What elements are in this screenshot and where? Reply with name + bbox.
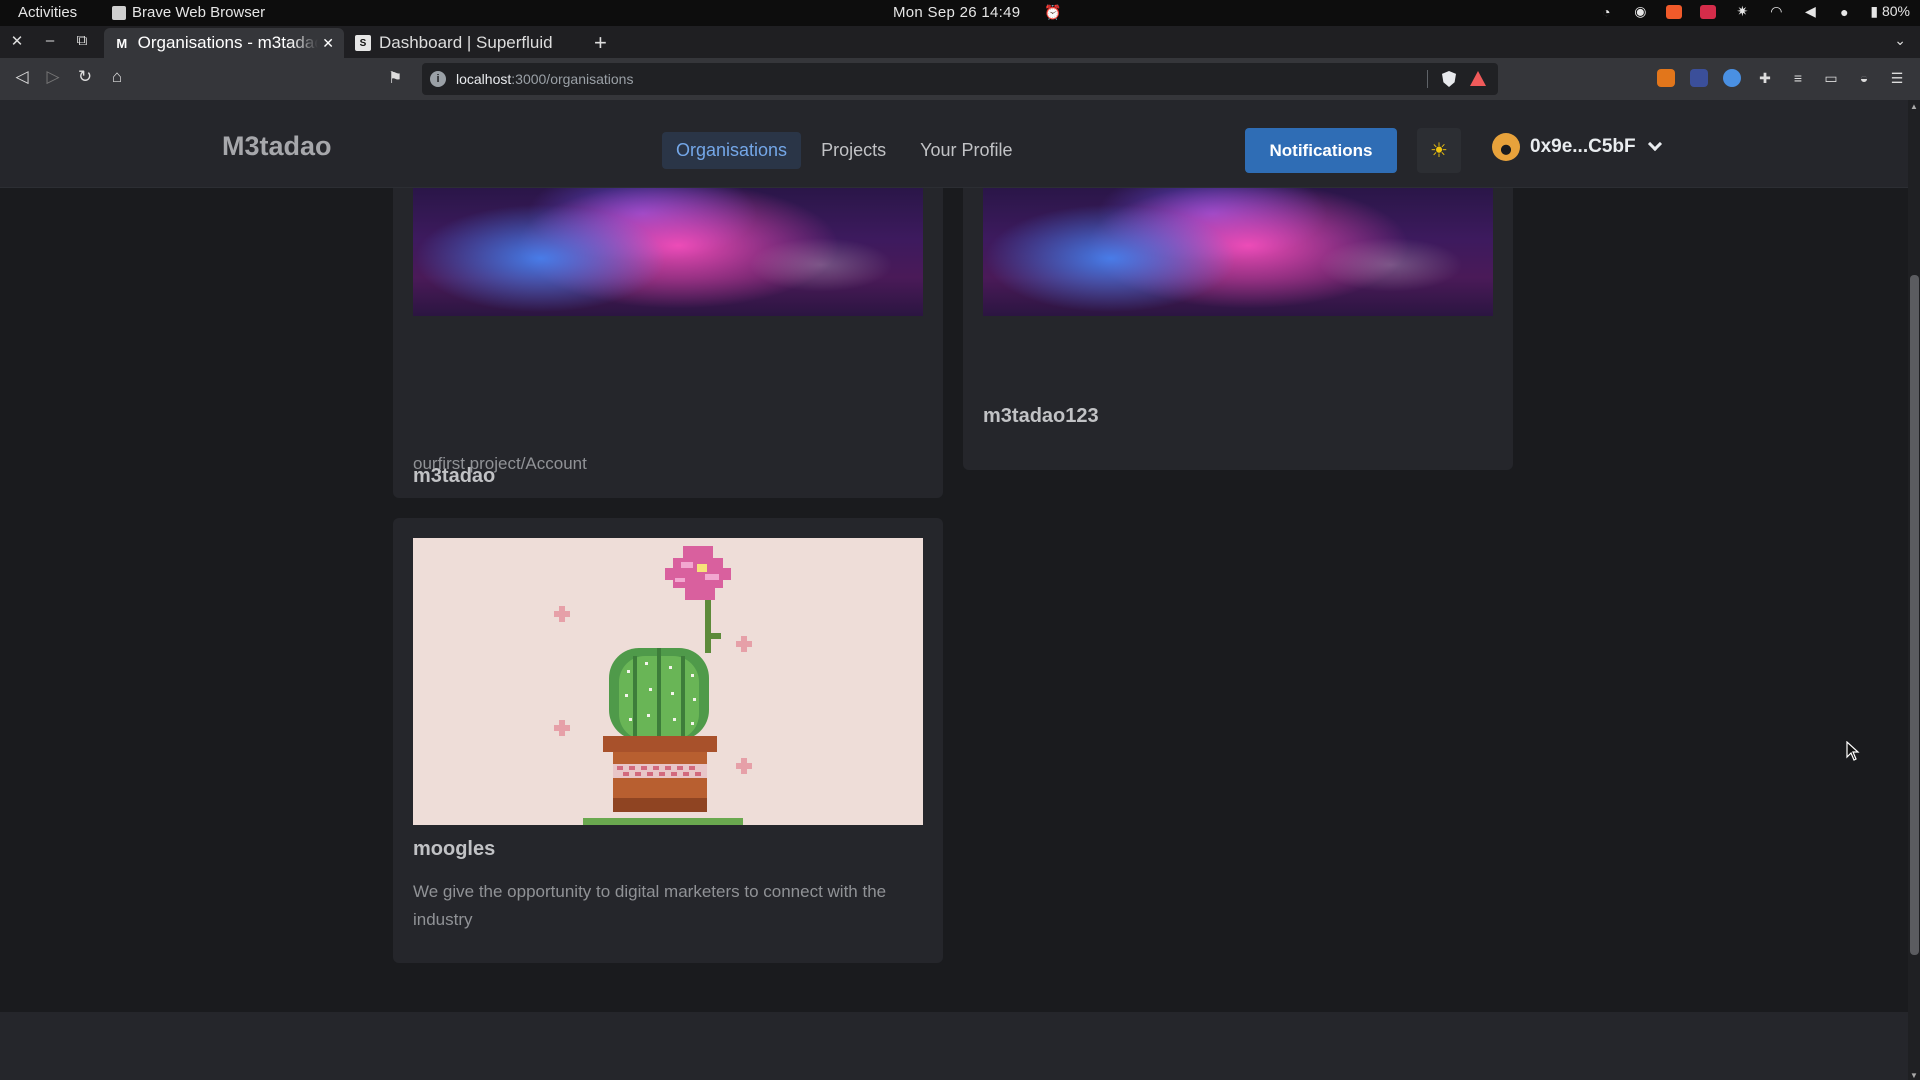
organisation-card[interactable]: m3tadao <box>393 160 943 498</box>
wallet-address: 0x9e...C5bF <box>1530 136 1636 157</box>
notifications-button[interactable]: Notifications <box>1245 128 1397 173</box>
reload-icon[interactable]: ↻ <box>75 67 95 87</box>
brave-shields-icon[interactable] <box>1442 71 1456 87</box>
nav-your-profile[interactable]: Your Profile <box>906 132 1026 169</box>
vpn-icon[interactable]: ◒ <box>1855 69 1873 87</box>
brave-app-icon <box>112 5 126 20</box>
theme-toggle-button[interactable]: ☀ <box>1417 128 1461 173</box>
organisation-card[interactable]: m3tadao123 <box>963 160 1513 470</box>
app-menu[interactable]: Brave Web Browser <box>112 4 265 21</box>
organisation-name: moogles <box>413 838 496 860</box>
organisation-description: ourfirst project/Account <box>413 454 587 473</box>
wallet-extension-icon[interactable] <box>1690 69 1708 87</box>
forward-icon[interactable]: ▷ <box>43 67 63 87</box>
main-nav: Organisations Projects Your Profile <box>662 132 1026 169</box>
system-top-bar: Activities Brave Web Browser Mon Sep 26 … <box>0 0 1920 26</box>
discord-icon[interactable]: ◉ <box>1632 3 1648 20</box>
chrome-icon[interactable]: ◔ <box>1598 4 1614 20</box>
back-icon[interactable]: ◁ <box>12 67 32 87</box>
alarm-icon: ⏰ <box>1044 4 1062 20</box>
metamask-icon[interactable] <box>1657 69 1675 87</box>
tab-strip: ✕ – ⧉ M Organisations - m3tadao ✕ S Dash… <box>0 26 1920 58</box>
organisation-name: m3tadao123 <box>983 405 1099 427</box>
app-name: Brave Web Browser <box>132 4 266 21</box>
organisation-description: We give the opportunity to digital marke… <box>413 882 887 929</box>
system-tray[interactable]: ◔ ◉ ✷ ◠ ◀ ● ▮ 80% <box>1598 3 1910 20</box>
mouse-cursor-icon <box>1846 741 1860 761</box>
scrollbar-thumb[interactable] <box>1910 275 1919 955</box>
brave-tray-icon[interactable] <box>1666 4 1683 19</box>
microphone-icon[interactable]: ● <box>1836 4 1852 20</box>
nav-projects[interactable]: Projects <box>807 132 900 169</box>
tab-list-chevron-icon[interactable]: ⌄ <box>1894 32 1906 49</box>
chevron-down-icon <box>1647 136 1662 152</box>
avatar <box>1492 133 1520 161</box>
clock[interactable]: Mon Sep 26 14:49 <box>893 4 1020 21</box>
bookmark-icon[interactable]: ⚑ <box>388 68 402 88</box>
brightness-icon[interactable]: ✷ <box>1734 3 1750 20</box>
m3tadao-favicon: M <box>116 35 128 51</box>
organisation-banner-image <box>983 188 1493 316</box>
sun-icon: ☀ <box>1430 140 1448 162</box>
red-app-icon[interactable] <box>1700 4 1717 19</box>
new-tab-icon[interactable]: + <box>594 30 607 56</box>
page-footer <box>0 1012 1908 1080</box>
extensions-area: ✚ ≡ ▭ ◒ ☰ <box>1657 69 1906 87</box>
address-bar[interactable]: i localhost:3000/organisations <box>422 63 1498 95</box>
playlist-icon[interactable]: ≡ <box>1789 69 1807 87</box>
battery-icon: ▮ <box>1870 3 1879 19</box>
tab-organisations[interactable]: M Organisations - m3tadao ✕ <box>104 28 344 58</box>
tab-title: Dashboard | Superfluid <box>379 33 553 52</box>
tab-title: Organisations - m3tadao <box>137 33 319 52</box>
battery-indicator[interactable]: ▮ 80% <box>1870 3 1910 20</box>
organisation-banner-image <box>413 538 923 825</box>
url-host: localhost <box>456 71 512 87</box>
page-scrollbar[interactable]: ▲ ▼ <box>1908 100 1920 1080</box>
wifi-icon[interactable]: ◠ <box>1768 3 1784 20</box>
account-menu[interactable]: 0x9e...C5bF <box>1492 133 1662 161</box>
brand-logo[interactable]: M3tadao <box>222 131 332 162</box>
organisation-banner-image <box>413 188 923 316</box>
tab-close-icon[interactable]: ✕ <box>322 35 334 52</box>
home-icon[interactable]: ⌂ <box>107 67 127 87</box>
tab-superfluid[interactable]: S Dashboard | Superfluid <box>345 28 575 58</box>
window-close-icon[interactable]: ✕ <box>7 32 27 50</box>
browser-toolbar: ◁ ▷ ↻ ⌂ ⚑ i localhost:3000/organisations… <box>0 58 1920 100</box>
profile-extension-icon[interactable] <box>1723 69 1741 87</box>
url-path: :3000/organisations <box>511 71 634 87</box>
brave-rewards-icon[interactable] <box>1470 71 1486 86</box>
organisation-card[interactable]: moogles We give the opportunity to digit… <box>393 518 943 963</box>
scroll-up-icon[interactable]: ▲ <box>1909 102 1919 111</box>
volume-icon[interactable]: ◀ <box>1802 3 1818 20</box>
url-separator <box>1427 70 1428 88</box>
battery-level: 80% <box>1881 3 1910 19</box>
wallet-icon[interactable]: ▭ <box>1822 69 1840 87</box>
page-viewport: m3tadao m3tadao123 moogles We give the o… <box>0 100 1908 1080</box>
activities-button[interactable]: Activities <box>18 4 77 21</box>
nav-organisations[interactable]: Organisations <box>662 132 802 169</box>
site-info-icon[interactable]: i <box>430 71 446 87</box>
superfluid-favicon: S <box>355 35 371 51</box>
extensions-puzzle-icon[interactable]: ✚ <box>1756 69 1774 87</box>
scroll-down-icon[interactable]: ▼ <box>1909 1071 1919 1080</box>
browser-menu-icon[interactable]: ☰ <box>1888 69 1906 87</box>
window-restore-icon[interactable]: ⧉ <box>72 32 92 49</box>
pixel-cactus-illustration <box>554 546 752 825</box>
app-header: M3tadao Organisations Projects Your Prof… <box>0 100 1908 188</box>
window-minimize-icon[interactable]: – <box>40 32 60 49</box>
